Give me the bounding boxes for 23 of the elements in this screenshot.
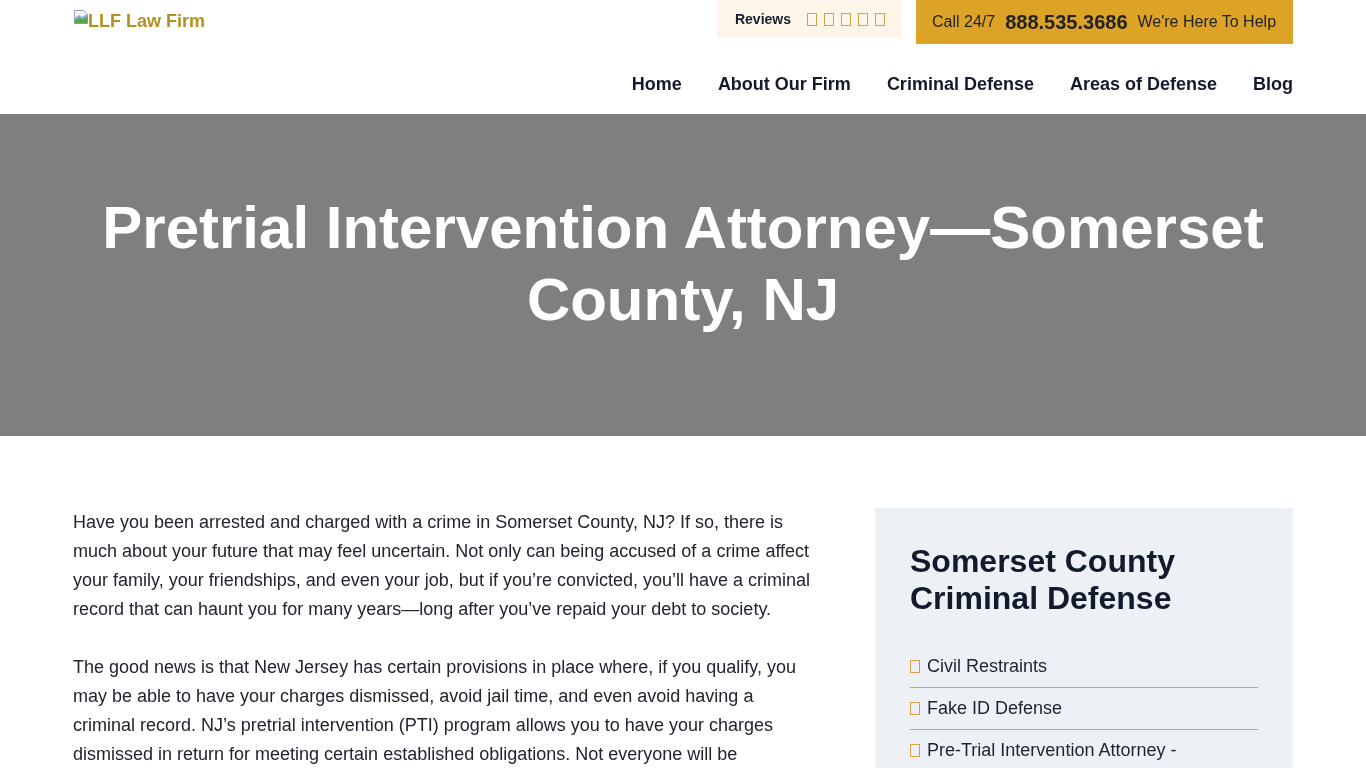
square-icon bbox=[875, 12, 885, 26]
nav-link[interactable]: About Our Firm bbox=[717, 72, 851, 96]
nav-link[interactable]: Blog bbox=[1253, 72, 1293, 96]
sidebar-heading: Somerset County Criminal Defense bbox=[910, 543, 1176, 617]
square-icon bbox=[910, 743, 920, 757]
square-icon bbox=[910, 659, 920, 673]
call-button[interactable]: Call 24/7 888.535.3686 We're Here To Help bbox=[916, 0, 1293, 44]
square-icon bbox=[858, 12, 868, 26]
body-paragraph: The good news is that New Jersey has certain provisions in place where, if you qualify, you may be able to have your charges dismissed, avoid jail time, and even avoid having a criminal record. NJ’s pretrial intervention (PTI) program allows you to have your charges dismissed in return for meeting certain established obligations. Not everyone will be bbox=[73, 656, 798, 766]
square-icon bbox=[807, 12, 817, 26]
reviews-link[interactable]: Reviews bbox=[716, 0, 901, 38]
nav-link[interactable]: Home bbox=[631, 72, 682, 96]
sidebar-link[interactable]: Fake ID Defense bbox=[927, 696, 1063, 720]
body-paragraph: Have you been arrested and charged with a crime in Somerset County, NJ? If so, there is much about your future that may feel uncertain. Not only can being accused of a crime affect your family, your friendships, and even your job, but if you’re convicted, you’ll have a criminal record that can haunt you for many years—long after you’ve repaid your debt to society. bbox=[73, 511, 812, 621]
square-icon bbox=[910, 701, 920, 715]
sidebar-link[interactable]: Pre-Trial Intervention Attorney - bbox=[927, 738, 1177, 762]
square-icon bbox=[824, 12, 834, 26]
broken-image-icon bbox=[73, 9, 89, 25]
nav-link[interactable]: Criminal Defense bbox=[886, 72, 1034, 96]
nav-link[interactable]: Areas of Defense bbox=[1069, 72, 1217, 96]
page-title: Pretrial Intervention Attorney—Somerset County, NJ bbox=[101, 193, 1265, 335]
sidebar-link[interactable]: Civil Restraints bbox=[927, 654, 1048, 678]
square-icon bbox=[841, 12, 851, 26]
